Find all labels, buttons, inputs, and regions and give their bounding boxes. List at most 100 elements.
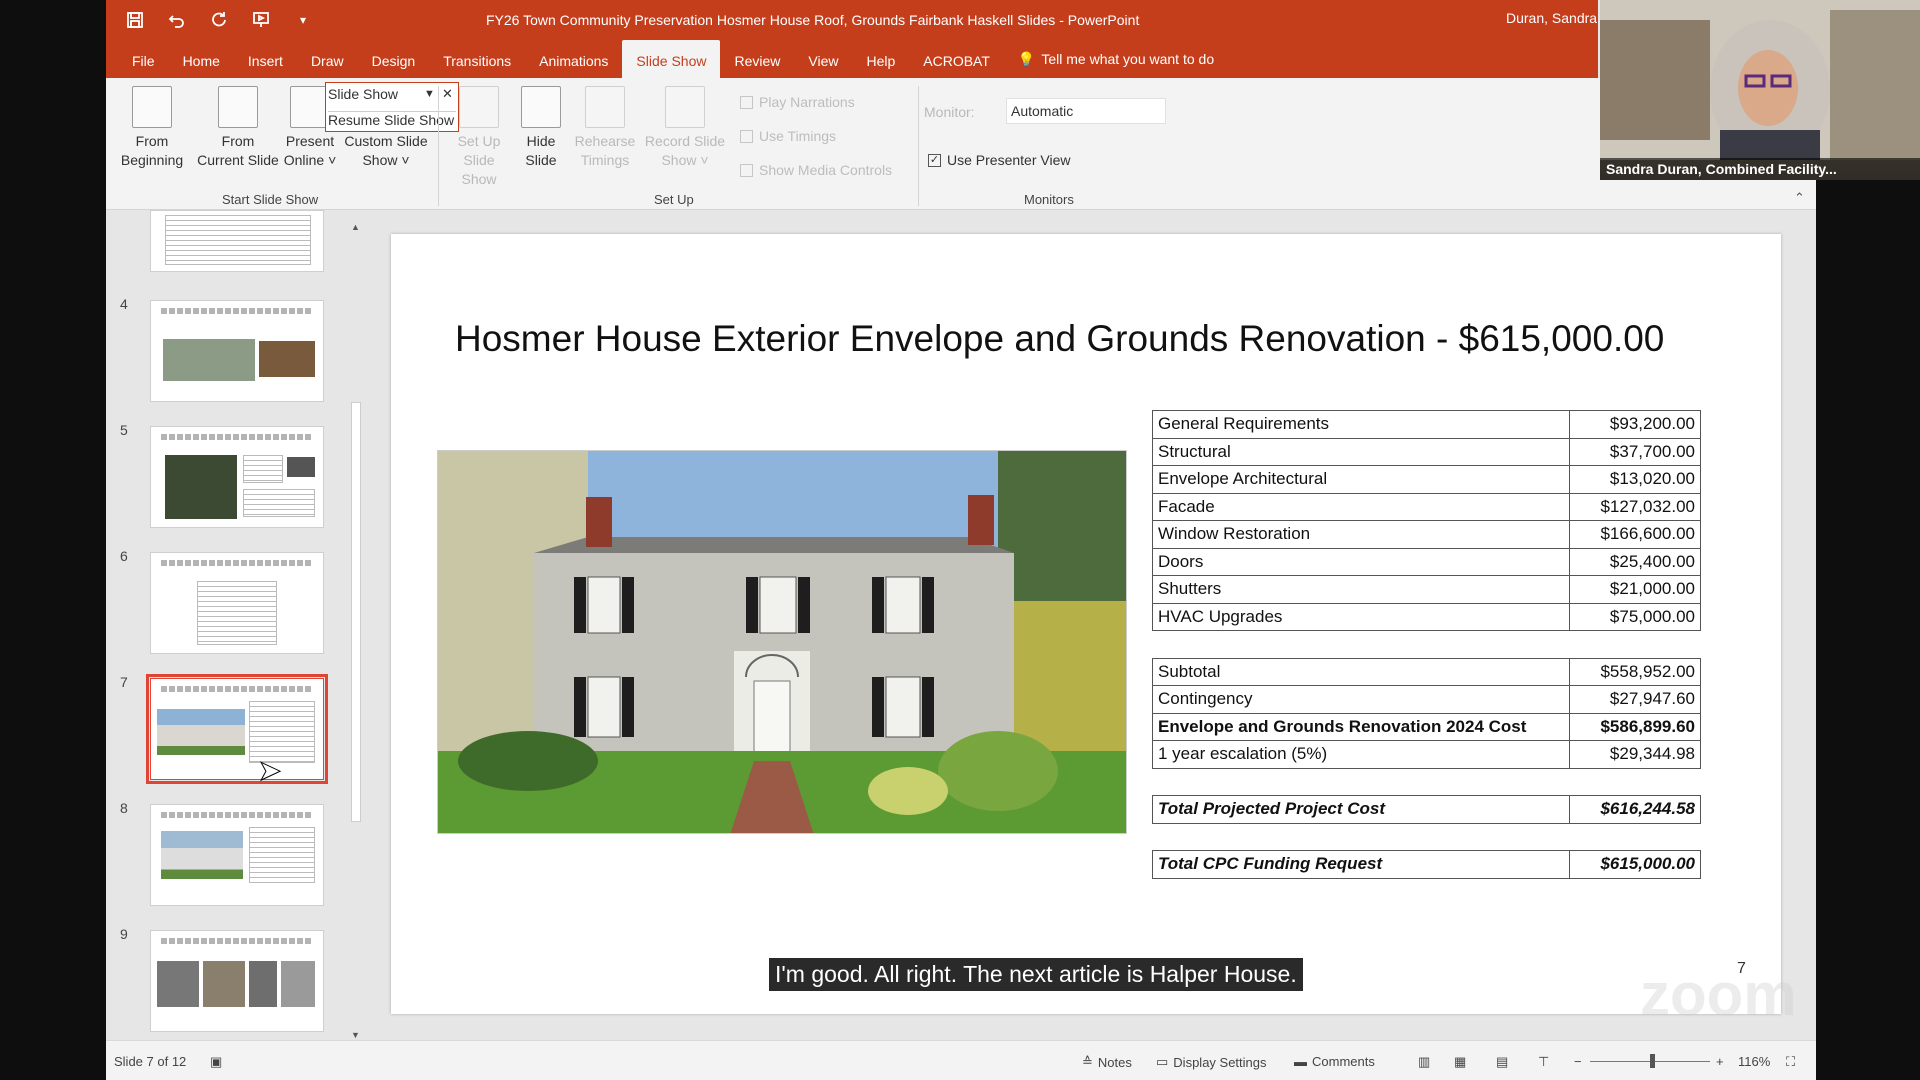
notes-label: Notes [1097, 1054, 1132, 1070]
cost-label-cell [1152, 630, 1570, 659]
tab-animations[interactable]: Animations [525, 40, 622, 78]
use-timings-label: Use Timings [759, 128, 837, 144]
tab-help[interactable]: Help [852, 40, 909, 78]
thumb-text-block [165, 215, 311, 265]
cost-amount-cell: $558,952.00 [1569, 657, 1701, 686]
from-current-slide-button[interactable]: From Current Slide [188, 86, 288, 170]
group-set-up: Set Up [654, 192, 694, 207]
undo-icon[interactable] [164, 7, 190, 33]
reading-view-icon[interactable]: ▤ [1496, 1054, 1508, 1070]
cost-table[interactable]: General Requirements $93,200.00 Structural… [1152, 410, 1701, 879]
tell-me-search[interactable]: 💡 Tell me what you want to do [1004, 40, 1228, 78]
show-media-controls-checkbox[interactable]: Show Media Controls [740, 162, 892, 178]
scroll-up-icon[interactable]: ▲ [351, 222, 360, 232]
zoom-slider-thumb[interactable] [1650, 1054, 1655, 1068]
hide-slide-icon [521, 86, 561, 128]
table-row: Facade $127,032.00 [1152, 492, 1701, 521]
dropdown-arrow-icon[interactable]: ▼ [424, 88, 435, 100]
hosmer-house-photo[interactable] [437, 450, 1127, 834]
monitor-select[interactable]: Automatic [1006, 98, 1166, 124]
slide-thumbnail-5[interactable] [150, 426, 324, 528]
thumb-title [161, 938, 311, 944]
group-monitors: Monitors [1024, 192, 1074, 207]
fit-to-window-icon[interactable]: ⛶ [1786, 1054, 1795, 1070]
tab-insert[interactable]: Insert [234, 40, 297, 78]
cost-label-cell: Subtotal [1152, 657, 1570, 686]
tab-home[interactable]: Home [169, 40, 234, 78]
from-beginning-button[interactable]: From Beginning [112, 86, 192, 170]
tab-slide-show[interactable]: Slide Show [622, 40, 721, 78]
spelling-check-icon[interactable]: ▣ [210, 1054, 222, 1070]
thumb-photo [157, 961, 199, 1007]
customize-qat-icon[interactable]: ▾ [290, 7, 316, 33]
scrollbar-thumb[interactable] [351, 402, 361, 822]
slide-canvas[interactable]: Hosmer House Exterior Envelope and Groun… [391, 234, 1781, 1014]
popup-resume-slide-show[interactable]: Resume Slide Show [328, 111, 456, 128]
notes-button[interactable]: ≙ Notes [1082, 1054, 1132, 1070]
slide-thumbnail-7[interactable] [146, 674, 328, 784]
rehearse-timings-button[interactable]: Rehearse Timings [570, 86, 640, 170]
custom-slide-show-label: Custom Slide Show ˅ [344, 133, 428, 168]
thumb-photo [163, 339, 255, 381]
slide-sorter-icon[interactable]: ▦ [1454, 1054, 1466, 1070]
set-up-slide-show-button[interactable]: Set Up Slide Show [444, 86, 514, 189]
normal-view-icon[interactable]: ▥ [1418, 1054, 1430, 1070]
monitor-label: Monitor: [924, 104, 975, 120]
cost-amount-cell: $127,032.00 [1569, 492, 1701, 521]
checkmark-icon: ✓ [928, 153, 941, 167]
from-beginning-label: From Beginning [120, 133, 184, 168]
tab-acrobat[interactable]: ACROBAT [909, 40, 1004, 78]
ribbon: From Beginning From Current Slide Presen… [106, 78, 1816, 210]
hide-slide-button[interactable]: Hide Slide [516, 86, 566, 170]
powerpoint-window: ▾ FY26 Town Community Preservation Hosme… [106, 0, 1816, 1080]
comment-icon: ▬ [1294, 1054, 1307, 1069]
tab-review[interactable]: Review [720, 40, 794, 78]
slide-thumbnail-9[interactable] [150, 930, 324, 1032]
thumb-title [161, 560, 311, 566]
play-narrations-checkbox[interactable]: Play Narrations [740, 94, 855, 110]
cost-amount-cell [1569, 822, 1701, 851]
cost-label-cell: General Requirements [1152, 410, 1570, 439]
slide-thumbnail-6[interactable] [150, 552, 324, 654]
zoom-level[interactable]: 116% [1738, 1054, 1770, 1069]
slideshow-view-icon[interactable]: ⊤ [1538, 1054, 1549, 1070]
thumb-photo [203, 961, 245, 1007]
table-row: Envelope and Grounds Renovation 2024 Cos… [1152, 712, 1701, 741]
present-from-start-icon[interactable] [248, 7, 274, 33]
tab-file[interactable]: File [118, 40, 169, 78]
popup-slide-show[interactable]: Slide Show [328, 86, 398, 102]
title-bar: ▾ FY26 Town Community Preservation Hosme… [106, 0, 1598, 40]
slide-count[interactable]: Slide 7 of 12 [114, 1054, 186, 1069]
tab-design[interactable]: Design [358, 40, 430, 78]
cost-amount-cell [1569, 767, 1701, 796]
cost-label-cell: 1 year escalation (5%) [1152, 740, 1570, 769]
slide-thumbnail-4[interactable] [150, 300, 324, 402]
slide-thumbnail-3[interactable] [150, 210, 324, 272]
table-row: General Requirements $93,200.00 [1152, 410, 1701, 439]
zoom-in-icon[interactable]: + [1716, 1054, 1724, 1069]
thumbnail-scrollbar[interactable]: ▲ ▼ [350, 222, 362, 1042]
cost-amount-cell: $586,899.60 [1569, 712, 1701, 741]
tab-draw[interactable]: Draw [297, 40, 358, 78]
collapse-ribbon-icon[interactable]: ⌃ [1794, 190, 1805, 206]
rehearse-icon [585, 86, 625, 128]
slide-thumbnail-8[interactable] [150, 804, 324, 906]
display-settings-button[interactable]: ▭ Display Settings [1156, 1054, 1267, 1070]
use-presenter-view-checkbox[interactable]: ✓ Use Presenter View [928, 152, 1070, 168]
tab-transitions[interactable]: Transitions [429, 40, 525, 78]
use-timings-checkbox[interactable]: Use Timings [740, 128, 836, 144]
scroll-down-icon[interactable]: ▼ [351, 1030, 360, 1040]
user-name[interactable]: Duran, Sandra [1506, 10, 1597, 26]
zoom-out-icon[interactable]: − [1574, 1054, 1582, 1069]
thumb-title [161, 686, 311, 692]
tab-view[interactable]: View [794, 40, 852, 78]
dark-background [1816, 180, 1920, 1080]
comments-button[interactable]: ▬ Comments [1294, 1054, 1375, 1069]
save-icon[interactable] [122, 7, 148, 33]
thumb-photo [165, 455, 237, 519]
table-row: Shutters $21,000.00 [1152, 575, 1701, 604]
slide-title[interactable]: Hosmer House Exterior Envelope and Groun… [455, 318, 1664, 360]
redo-icon[interactable] [206, 7, 232, 33]
present-online-icon [290, 86, 330, 128]
record-slide-show-button[interactable]: Record Slide Show ˅ [644, 86, 726, 170]
